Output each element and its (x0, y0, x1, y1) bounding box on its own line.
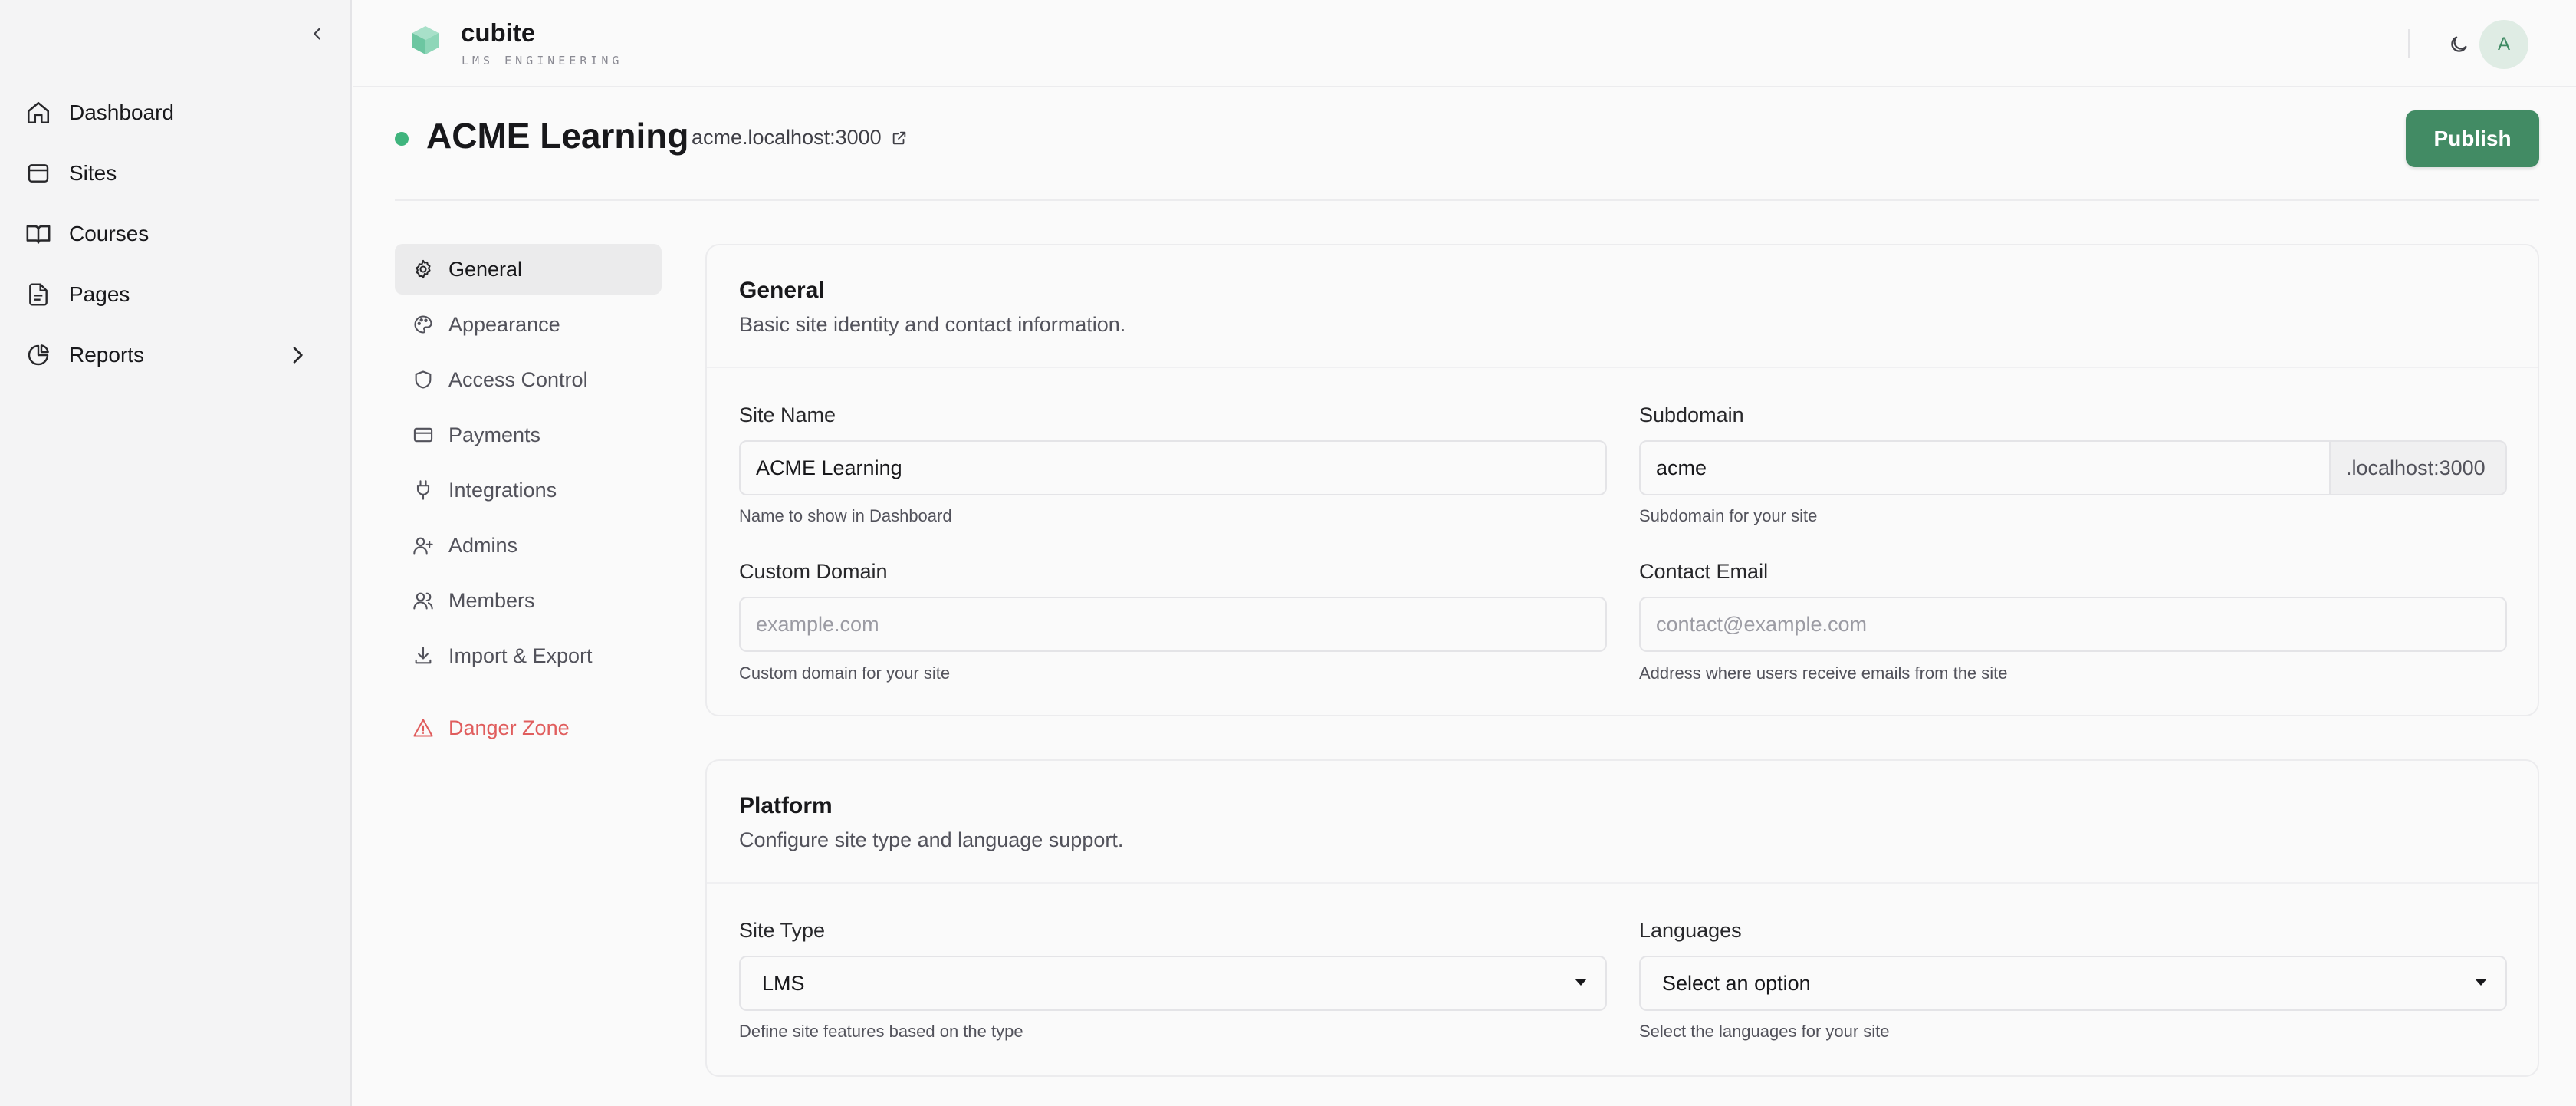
browser-window-icon (25, 160, 52, 187)
settings-tab-label: Danger Zone (449, 716, 570, 739)
external-link-icon (892, 131, 905, 144)
languages-value: Select an option (1662, 971, 1811, 995)
download-icon (412, 644, 435, 667)
languages-select[interactable]: Select an option (1639, 956, 2507, 1011)
site-status-dot (395, 132, 409, 146)
settings-tab-access-control[interactable]: Access Control (395, 354, 662, 405)
site-type-value: LMS (762, 971, 805, 995)
page-title: ACME Learning (426, 116, 689, 156)
sidebar-item-courses[interactable]: Courses (25, 211, 328, 257)
credit-card-icon (412, 423, 435, 446)
settings-tab-admins[interactable]: Admins (395, 520, 662, 571)
chevron-left-icon (314, 28, 320, 40)
settings-tab-label: Admins (449, 533, 518, 557)
settings-tab-label: General (449, 257, 523, 281)
user-plus-icon (412, 534, 435, 557)
caret-down-icon (1575, 979, 1587, 986)
subdomain-input[interactable] (1639, 440, 2331, 495)
warning-triangle-icon (412, 716, 435, 739)
site-type-help: Define site features based on the type (739, 1022, 1024, 1041)
platform-card-title: Platform (739, 793, 833, 818)
card-divider (707, 882, 2538, 884)
settings-tab-payments[interactable]: Payments (395, 410, 662, 460)
settings-tab-label: Integrations (449, 478, 557, 502)
contact-email-label: Contact Email (1639, 560, 1769, 583)
subdomain-help: Subdomain for your site (1639, 506, 1818, 525)
pie-chart-icon (25, 341, 52, 369)
sidebar-item-reports[interactable]: Reports (25, 332, 328, 378)
custom-domain-help: Custom domain for your site (739, 663, 951, 683)
settings-tab-label: Payments (449, 423, 541, 446)
title-divider (395, 199, 2539, 201)
users-icon (412, 589, 435, 612)
general-card: General Basic site identity and contact … (705, 244, 2539, 716)
theme-toggle-button[interactable] (2443, 29, 2474, 60)
contact-email-help: Address where users receive emails from … (1639, 663, 2008, 683)
sidebar-item-pages[interactable]: Pages (25, 272, 328, 318)
site-type-label: Site Type (739, 919, 826, 942)
languages-label: Languages (1639, 919, 1742, 942)
platform-card: Platform Configure site type and languag… (705, 759, 2539, 1077)
sidebar-item-label: Dashboard (69, 100, 174, 124)
collapse-sidebar-button[interactable] (304, 20, 331, 48)
sidebar-item-label: Sites (69, 161, 117, 185)
top-header: cubite LMS ENGINEERING A (353, 0, 2576, 87)
settings-tab-general[interactable]: General (395, 244, 662, 295)
subdomain-suffix: .localhost:3000 (2329, 440, 2507, 495)
site-name-help: Name to show in Dashboard (739, 506, 952, 525)
languages-help: Select the languages for your site (1639, 1022, 1890, 1041)
settings-tab-members[interactable]: Members (395, 575, 662, 626)
caret-down-icon (2475, 979, 2487, 986)
avatar[interactable]: A (2479, 20, 2528, 69)
home-icon (25, 99, 52, 127)
card-divider (707, 367, 2538, 368)
custom-domain-input[interactable] (739, 597, 1607, 652)
contact-email-input[interactable] (1639, 597, 2507, 652)
general-card-description: Basic site identity and contact informat… (739, 313, 1126, 336)
site-type-select[interactable]: LMS (739, 956, 1607, 1011)
settings-tab-label: Appearance (449, 312, 560, 336)
plug-icon (412, 479, 435, 502)
palette-icon (412, 313, 435, 336)
brand-name: cubite (461, 18, 536, 47)
settings-tab-label: Import & Export (449, 644, 593, 667)
site-name-input[interactable] (739, 440, 1607, 495)
publish-button[interactable]: Publish (2406, 110, 2539, 167)
settings-tab-label: Access Control (449, 367, 588, 391)
settings-tab-danger-zone[interactable]: Danger Zone (395, 703, 662, 753)
app-sidebar: Dashboard Sites Courses Pages Reports (0, 0, 352, 1106)
sidebar-item-label: Reports (69, 343, 145, 367)
sidebar-item-label: Courses (69, 222, 150, 245)
gear-icon (412, 258, 435, 281)
subdomain-label: Subdomain (1639, 403, 1744, 426)
brand-subtitle: LMS ENGINEERING (462, 54, 623, 67)
custom-domain-label: Custom Domain (739, 560, 888, 583)
chevron-right-icon (293, 347, 303, 364)
sidebar-item-sites[interactable]: Sites (25, 150, 328, 196)
general-card-title: General (739, 278, 825, 303)
settings-tab-appearance[interactable]: Appearance (395, 299, 662, 350)
sidebar-item-label: Pages (69, 282, 130, 306)
settings-tab-import-export[interactable]: Import & Export (395, 630, 662, 681)
sidebar-item-dashboard[interactable]: Dashboard (25, 90, 328, 136)
file-text-icon (25, 281, 52, 308)
header-divider (2408, 29, 2410, 58)
platform-card-description: Configure site type and language support… (739, 828, 1124, 851)
cube-logo-icon (412, 26, 439, 54)
site-name-label: Site Name (739, 403, 836, 426)
shield-icon (412, 368, 435, 391)
site-url-link[interactable]: acme.localhost:3000 (692, 126, 908, 150)
settings-tab-label: Members (449, 588, 535, 612)
site-url-text: acme.localhost:3000 (692, 126, 882, 149)
open-book-icon (25, 220, 52, 248)
settings-tab-integrations[interactable]: Integrations (395, 465, 662, 515)
moon-icon (2451, 36, 2467, 52)
